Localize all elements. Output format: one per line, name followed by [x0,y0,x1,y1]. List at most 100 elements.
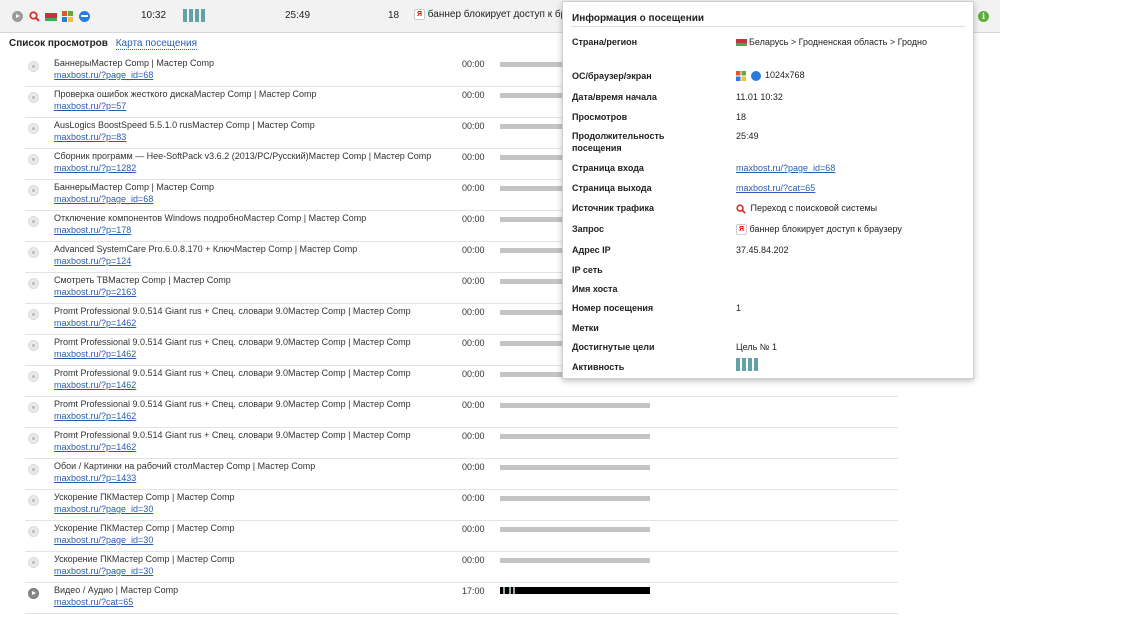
yandex-icon: Я [736,224,747,236]
page-url-link[interactable]: maxbost.ru/?p=1462 [54,442,136,452]
page-url-link[interactable]: maxbost.ru/?p=57 [54,101,126,111]
exit-page-label: Страница выхода [572,183,652,193]
page-title: Отключение компонентов Windows подробноМ… [54,213,367,223]
activity-bar [201,9,205,22]
activity-value [736,358,956,374]
hostname-label: Имя хоста [572,284,618,294]
goals-value: Цель № 1 [736,342,777,352]
bullet-icon [28,185,39,196]
activity-bar [736,358,740,371]
bullet-icon [28,61,39,72]
page-url-link[interactable]: maxbost.ru/?cat=65 [54,597,133,607]
duration-label: Продолжительность посещения [572,131,665,153]
visit-info-popup: Информация о посещении Страна/регион Бел… [562,1,974,379]
start-time-label: Дата/время начала [572,92,657,102]
query-value: Я баннер блокирует доступ к браузеру [736,223,956,236]
page-title: Сборник программ — Hee-SoftPack v3.6.2 (… [54,151,432,161]
bullet-icon [28,402,39,413]
page-title: AusLogics BoostSpeed 5.5.1.0 rusМастер C… [54,120,315,130]
tab-views-list[interactable]: Список просмотров [9,38,108,49]
activity-indicator [183,9,207,22]
table-row: Ускорение ПКМастер Comp | Мастер Comp max… [25,521,898,552]
page-url-link[interactable]: maxbost.ru/?p=83 [54,132,126,142]
page-time: 00:00 [462,338,485,348]
info-icon[interactable]: i [978,11,989,22]
internet-explorer-icon [750,70,761,81]
popup-divider [571,26,965,27]
internet-explorer-icon [79,11,90,22]
time-bar [500,527,650,532]
timeline-tick [509,587,511,594]
entry-page-link[interactable]: maxbost.ru/?page_id=68 [736,163,835,173]
page-time: 00:00 [462,493,485,503]
page-url-link[interactable]: maxbost.ru/?p=124 [54,256,131,266]
page-url-link[interactable]: maxbost.ru/?p=2163 [54,287,136,297]
table-row: Ускорение ПКМастер Comp | Мастер Comp max… [25,490,898,521]
tab-visit-map[interactable]: Карта посещения [115,38,197,50]
activity-bar [754,358,758,371]
activity-bar [742,358,746,371]
page-title: БаннерыМастер Comp | Мастер Comp [54,58,214,68]
page-url-link[interactable]: maxbost.ru/?p=1282 [54,163,136,173]
page-time: 00:00 [462,121,485,131]
bullet-icon [28,464,39,475]
page-time: 00:00 [462,462,485,472]
duration-value: 25:49 [736,131,759,141]
page-url-link[interactable]: maxbost.ru/?p=1462 [54,380,136,390]
page-time: 00:00 [462,183,485,193]
page-time: 00:00 [462,214,485,224]
table-row: Promt Professional 9.0.514 Giant rus + С… [25,428,898,459]
os-browser-screen-value: 1024x768 [736,69,956,81]
exit-page-link[interactable]: maxbost.ru/?cat=65 [736,183,815,193]
table-row: Promt Professional 9.0.514 Giant rus + С… [25,397,898,428]
page-url-link[interactable]: maxbost.ru/?p=1462 [54,411,136,421]
visit-duration: 25:49 [285,10,311,21]
page-url-link[interactable]: maxbost.ru/?page_id=30 [54,535,153,545]
page-title: Promt Professional 9.0.514 Giant rus + С… [54,306,411,316]
page-url-link[interactable]: maxbost.ru/?page_id=68 [54,70,153,80]
bullet-icon [28,340,39,351]
goals-label: Достигнутые цели [572,342,655,352]
page-time: 00:00 [462,59,485,69]
ip-address-value: 37.45.84.202 [736,245,789,255]
visit-number-value: 1 [736,303,742,313]
view-tabs: Список просмотров Карта посещения [9,38,197,50]
page-url-link[interactable]: maxbost.ru/?p=1462 [54,349,136,359]
belarus-flag-icon [45,13,57,21]
ip-network-label: IP сеть [572,265,603,275]
page-time: 00:00 [462,369,485,379]
page-title: Проверка ошибок жесткого дискаМастер Com… [54,89,317,99]
page-url-link[interactable]: maxbost.ru/?p=1433 [54,473,136,483]
page-url-link[interactable]: maxbost.ru/?page_id=30 [54,504,153,514]
page-url-link[interactable]: maxbost.ru/?page_id=30 [54,566,153,576]
page-time: 00:00 [462,431,485,441]
page-title: Advanced SystemCare Pro.6.0.8.170 + Ключ… [54,244,358,254]
page-time: 00:00 [462,276,485,286]
page-title: Ускорение ПКМастер Comp | Мастер Comp [54,492,235,502]
bullet-icon [28,216,39,227]
page-time: 00:00 [462,90,485,100]
page-url-link[interactable]: maxbost.ru/?page_id=68 [54,194,153,204]
time-bar [500,587,650,594]
yandex-icon: Я [414,9,425,20]
entry-page-value: maxbost.ru/?page_id=68 [736,162,956,174]
belarus-flag-icon [736,39,747,47]
popup-title: Информация о посещении [572,13,705,24]
page-title: Promt Professional 9.0.514 Giant rus + С… [54,368,411,378]
play-icon[interactable] [28,588,39,599]
table-row: Видео / Аудио | Мастер Comp maxbost.ru/?c… [25,583,898,614]
country-value: Беларусь > Гродненская область > Гродно [736,36,956,48]
views-value: 18 [736,112,747,122]
page-title: Видео / Аудио | Мастер Comp [54,585,179,595]
time-bar [500,558,650,563]
page-url-link[interactable]: maxbost.ru/?p=1462 [54,318,136,328]
play-icon[interactable] [12,11,23,22]
table-row: Обои / Картинки на рабочий столМастер Co… [25,459,898,490]
query-label: Запрос [572,224,604,234]
views-count: 18 [388,10,400,21]
page-time: 00:00 [462,307,485,317]
page-url-link[interactable]: maxbost.ru/?p=178 [54,225,131,235]
page-title: Обои / Картинки на рабочий столМастер Co… [54,461,316,471]
os-browser-screen-label: ОС/браузер/экран [572,71,652,81]
exit-page-value: maxbost.ru/?cat=65 [736,182,956,194]
